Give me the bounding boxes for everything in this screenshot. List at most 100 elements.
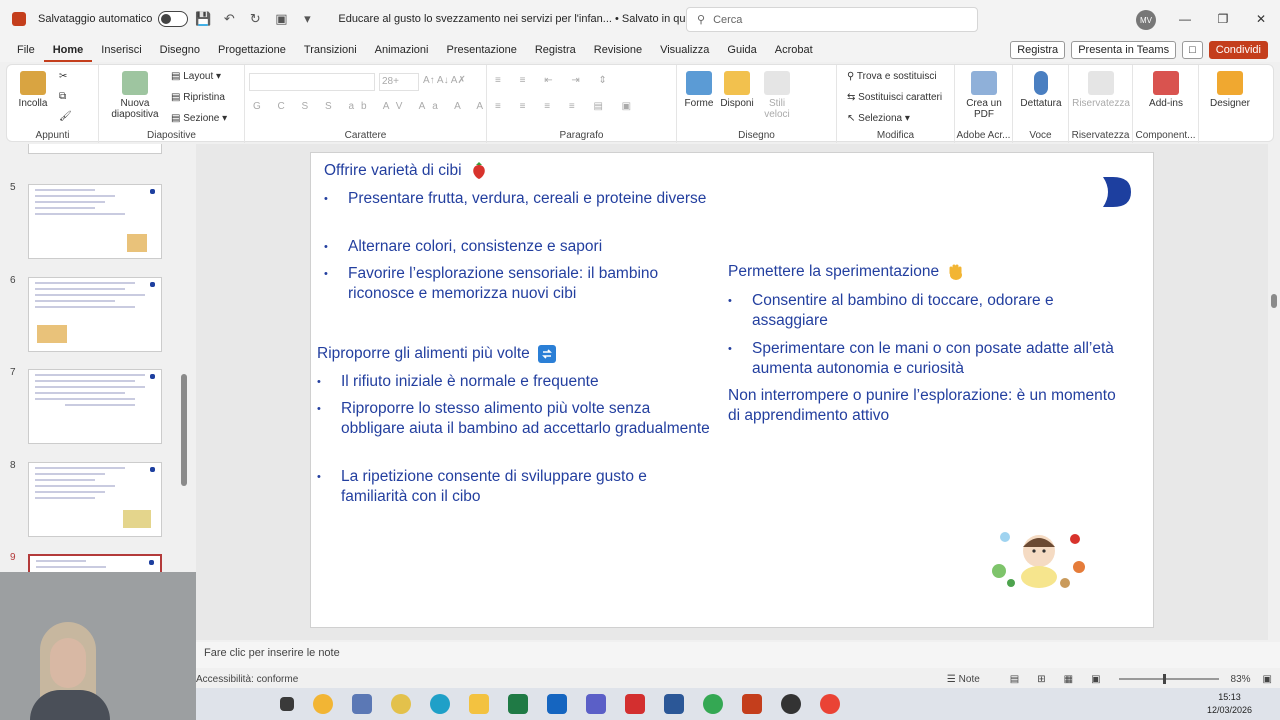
tab-revisione[interactable]: Revisione [585, 38, 651, 62]
group-componenti: Add-ins Component... [1133, 65, 1199, 143]
arrange-button[interactable]: Disponi [717, 71, 757, 109]
notes-pane[interactable]: Fare clic per inserire le note [196, 642, 1280, 668]
thumbnail-logo-icon [150, 467, 155, 472]
comments-icon[interactable]: □ [1182, 41, 1203, 59]
new-slide-button[interactable]: Nuova diapositiva [107, 71, 163, 120]
tab-home[interactable]: Home [43, 38, 93, 62]
chrome-icon[interactable] [702, 694, 723, 714]
slide-canvas[interactable]: Offrire varietà di cibi Presentare frutt… [310, 152, 1154, 628]
present-icon[interactable]: ▣ [270, 11, 292, 27]
zoom-level[interactable]: 83% [1231, 674, 1251, 685]
designer-button[interactable]: Designer [1203, 71, 1257, 109]
app-icon[interactable] [780, 694, 801, 714]
app-icon[interactable] [351, 694, 372, 714]
layout-button[interactable]: ▤ Layout ▾ [171, 71, 221, 82]
slide-thumbnail[interactable] [28, 369, 162, 444]
restore-icon[interactable]: ❐ [1204, 0, 1242, 38]
quick-styles-button[interactable]: Stili veloci [759, 71, 795, 120]
present-teams-button[interactable]: Presenta in Teams [1071, 41, 1177, 59]
record-button[interactable]: Registra [1010, 41, 1066, 59]
copy-icon[interactable]: ⧉ [59, 91, 66, 102]
tab-transizioni[interactable]: Transizioni [295, 38, 366, 62]
tab-acrobat[interactable]: Acrobat [766, 38, 822, 62]
view-sorter-icon[interactable]: ⊞ [1037, 674, 1045, 685]
slide-thumbnail-selected[interactable] [28, 554, 162, 574]
powerpoint-icon[interactable] [741, 694, 762, 714]
autosave-toggle[interactable] [158, 11, 189, 27]
excel-icon[interactable] [507, 694, 528, 714]
create-pdf-button[interactable]: Crea un PDF [959, 71, 1009, 120]
undo-icon[interactable]: ↶ [218, 11, 240, 27]
acrobat-icon[interactable] [624, 694, 645, 714]
slide-thumbnail[interactable] [28, 462, 162, 537]
tab-progettazione[interactable]: Progettazione [209, 38, 295, 62]
font-style-icons[interactable]: G C S S ab AV Aa A A [253, 101, 490, 112]
weather-icon[interactable] [312, 694, 333, 714]
view-slideshow-icon[interactable]: ▣ [1091, 674, 1100, 685]
zoom-slider[interactable] [1118, 674, 1219, 684]
outlook-icon[interactable] [546, 694, 567, 714]
file-explorer-icon[interactable] [468, 694, 489, 714]
replace-fonts-button[interactable]: ⇆ Sostituisci caratteri [847, 92, 942, 103]
heading-sperimentazione: Permettere la sperimentazione [728, 263, 965, 281]
paste-button[interactable]: Incolla [15, 71, 51, 109]
addins-button[interactable]: Add-ins [1137, 71, 1195, 109]
group-label-carattere: Carattere [344, 130, 387, 141]
tab-presentazione[interactable]: Presentazione [437, 38, 525, 62]
document-title[interactable]: Educare al gusto lo svezzamento nei serv… [338, 13, 724, 25]
tab-visualizza[interactable]: Visualizza [651, 38, 718, 62]
section-button[interactable]: ▤ Sezione ▾ [171, 113, 227, 124]
thumbnails-scrollbar-grip[interactable] [181, 374, 187, 486]
save-icon[interactable]: 💾 [192, 11, 214, 27]
app-icon[interactable] [390, 694, 411, 714]
zoom-slider-thumb[interactable] [1162, 674, 1166, 684]
close-icon[interactable]: ✕ [1242, 0, 1280, 38]
word-icon[interactable] [663, 694, 684, 714]
title-bar: Salvataggio automatico 💾 ↶ ↻ ▣ ▾ Educare… [0, 0, 1280, 38]
dictate-button[interactable]: Dettatura [1015, 71, 1067, 109]
reset-button[interactable]: ▤ Ripristina [171, 92, 225, 103]
redo-icon[interactable]: ↻ [244, 11, 266, 27]
tab-animazioni[interactable]: Animazioni [366, 38, 438, 62]
tab-file[interactable]: File [8, 38, 44, 62]
bullet-item: Presentare frutta, verdura, cereali e pr… [324, 189, 708, 209]
bullet-item: Alternare colori, consistenze e sapori [324, 237, 708, 257]
tab-registra[interactable]: Registra [526, 38, 585, 62]
teams-icon[interactable] [585, 694, 606, 714]
tab-guida[interactable]: Guida [718, 38, 765, 62]
clock[interactable]: 15:13 12/03/2026 [1207, 691, 1252, 717]
avatar[interactable]: MV [1136, 10, 1156, 30]
fit-slide-icon[interactable]: ▣ [1263, 674, 1272, 685]
slide-thumbnail-4-partial[interactable] [28, 144, 162, 154]
customize-qat-icon[interactable]: ▾ [296, 11, 318, 27]
slide-thumbnail[interactable] [28, 277, 162, 352]
search-box[interactable]: ⚲ Cerca [686, 7, 978, 32]
font-grow-shrink-icon[interactable]: A↑ A↓ A✗ [423, 75, 466, 86]
sensitivity-button[interactable]: Riservatezza [1071, 71, 1131, 109]
view-reading-icon[interactable]: ▦ [1064, 674, 1073, 685]
share-button[interactable]: Condividi [1208, 41, 1268, 59]
slide-scrollbar[interactable] [1268, 144, 1280, 624]
bullet-item: Riproporre lo stesso alimento più volte … [317, 399, 711, 439]
accessibility-status[interactable]: Accessibilità: conforme [196, 674, 298, 685]
minimize-icon[interactable]: — [1166, 0, 1204, 38]
align-icons[interactable]: ≡ ≡ ≡ ≡ ▤ ▣ [495, 101, 639, 112]
list-icons[interactable]: ≡ ≡ ⇤ ⇥ ⇕ [495, 75, 615, 86]
notes-toggle[interactable]: ☰ Note [947, 674, 980, 685]
find-replace-button[interactable]: ⚲ Trova e sostituisci [847, 71, 937, 82]
shapes-button[interactable]: Forme [681, 71, 717, 109]
slide-scrollbar-grip[interactable] [1271, 294, 1277, 308]
view-normal-icon[interactable]: ▤ [1010, 674, 1019, 685]
edge-icon[interactable] [429, 694, 450, 714]
select-button[interactable]: ↖ Seleziona ▾ [847, 113, 910, 124]
format-painter-icon[interactable]: 🖌 [59, 111, 72, 122]
font-family-select[interactable] [249, 73, 375, 91]
slide-thumbnail[interactable] [28, 184, 162, 259]
cut-icon[interactable]: ✂ [59, 71, 67, 82]
font-size-select[interactable]: 28+ [379, 73, 419, 91]
clock-date: 12/03/2026 [1206, 705, 1252, 715]
chrome-icon[interactable] [819, 694, 840, 714]
tab-disegno[interactable]: Disegno [151, 38, 209, 62]
tab-inserisci[interactable]: Inserisci [92, 38, 150, 62]
task-view-icon[interactable] [279, 697, 294, 711]
